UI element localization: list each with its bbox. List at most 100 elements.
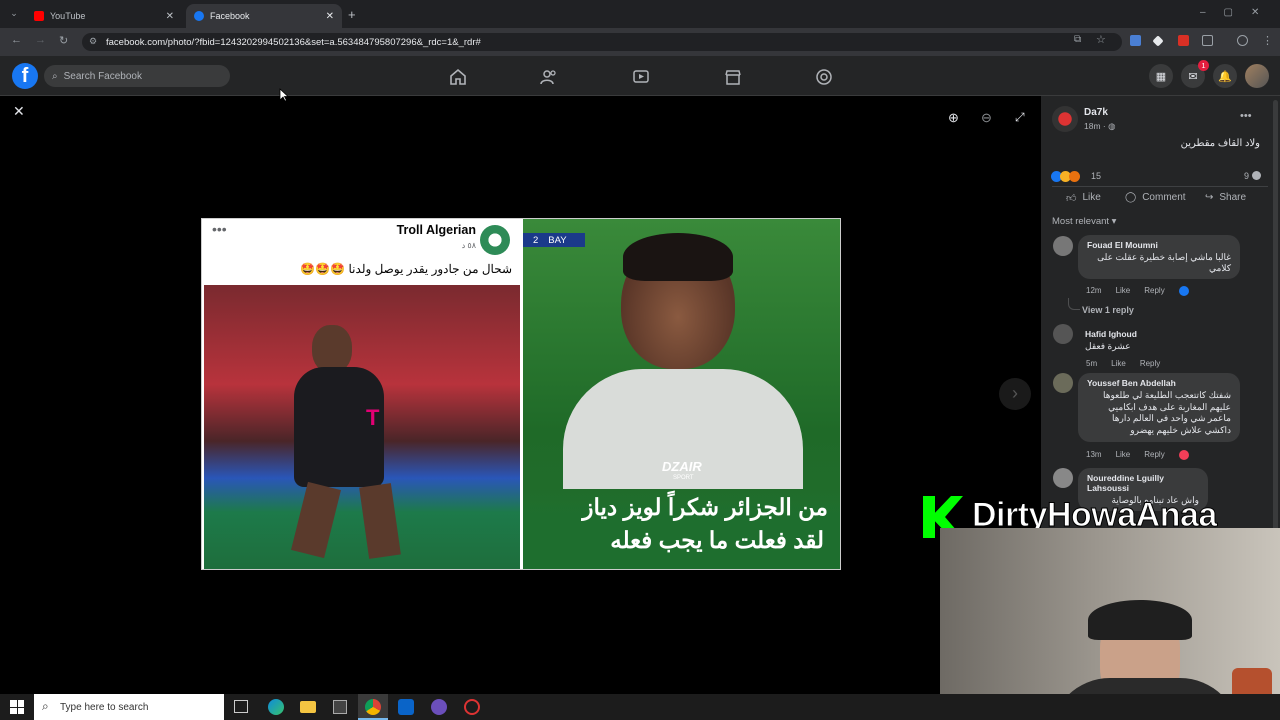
comment-reply-link[interactable]: Reply (1144, 450, 1164, 460)
zoom-out-icon[interactable]: ⊖ (981, 110, 992, 126)
store-icon[interactable] (333, 700, 347, 714)
commenter-name[interactable]: Hafid Ighoud (1085, 329, 1145, 339)
commenter-avatar[interactable] (1053, 324, 1073, 344)
zoom-in-icon[interactable]: ⊕ (948, 110, 959, 126)
windows-start-icon[interactable] (10, 700, 24, 714)
bookmark-star-icon[interactable]: ☆ (1096, 33, 1106, 46)
comment-text: شفتك كاتتعجب الطليعة لي طلعوها عليهم الم… (1103, 390, 1231, 436)
next-photo-button[interactable]: › (999, 378, 1031, 410)
home-icon[interactable] (449, 68, 467, 86)
edge-browser-icon[interactable] (268, 699, 284, 715)
extension-icon[interactable] (1178, 35, 1189, 46)
post-time-text: 18m (1084, 121, 1101, 131)
tribute-graphic: 2 BAY DZAIR SPORT من الجزائر شكراً لويز … (523, 219, 840, 569)
commenter-avatar[interactable] (1053, 236, 1073, 256)
page-name: Troll Algerian (396, 223, 476, 237)
comment-time: 12m (1086, 286, 1102, 295)
facebook-logo[interactable]: f (12, 63, 38, 89)
close-viewer-icon[interactable]: ✕ (13, 103, 25, 120)
task-view-icon[interactable] (234, 700, 248, 713)
comment-sort-dropdown[interactable]: Most relevant ▾ (1052, 216, 1116, 227)
comment-like-link[interactable]: Like (1116, 286, 1131, 296)
post-photo[interactable]: ••• Troll Algerian ٥٨ د شحال من جادور يق… (201, 218, 841, 570)
tab-search-icon[interactable]: ⌄ (6, 8, 22, 20)
gaming-icon[interactable] (815, 68, 833, 86)
commenter-avatar[interactable] (1053, 468, 1073, 488)
comment-item: Hafid Ighoud عشرة فعقل (1078, 324, 1154, 357)
like-button[interactable]: 👍︎ Like (1066, 192, 1101, 204)
reaction-icons[interactable] (1051, 171, 1080, 182)
menu-grid-icon[interactable]: ▦ (1149, 64, 1173, 88)
translate-extension-icon[interactable] (1130, 35, 1141, 46)
marketplace-icon[interactable] (724, 68, 742, 86)
profile-icon[interactable] (1237, 35, 1248, 46)
app-icon[interactable] (431, 699, 447, 715)
window-controls[interactable]: –▢✕ (1200, 7, 1277, 18)
reload-icon[interactable]: ↻ (59, 34, 68, 47)
jersey-logo: T (366, 405, 380, 430)
file-explorer-icon[interactable] (300, 701, 316, 713)
player-leg (291, 481, 341, 559)
headset (1088, 600, 1192, 640)
facebook-search-input[interactable]: ⌕ Search Facebook (44, 65, 230, 87)
comment-item: Fouad El Moumni غالبا ماشي إصابة خطيرة ع… (1078, 235, 1240, 279)
share-button[interactable]: ↪ Share (1205, 192, 1246, 203)
view-replies-link[interactable]: View 1 reply (1082, 305, 1134, 315)
scoreboard: 2 BAY (523, 233, 585, 247)
comment-icon: ◯ (1125, 192, 1137, 203)
author-name[interactable]: Da7k (1084, 107, 1108, 118)
search-icon: ⌕ (42, 699, 49, 713)
share-icon: ↪ (1205, 192, 1214, 203)
post-options-icon[interactable]: ••• (1240, 110, 1252, 122)
commenter-name[interactable]: Noureddine Lguilly Lahsoussi (1087, 473, 1199, 493)
taskbar-search-input[interactable]: ⌕ Type here to search (34, 694, 224, 720)
heart-reaction-icon (1178, 450, 1189, 460)
site-info-icon[interactable]: ⚙ (89, 36, 97, 47)
page-avatar (480, 225, 510, 255)
dzair-logo: DZAIR (662, 459, 702, 474)
notifications-bell-icon[interactable]: 🔔 (1213, 64, 1237, 88)
comment-button[interactable]: ◯ Comment (1125, 192, 1186, 203)
commenter-name[interactable]: Fouad El Moumni (1087, 240, 1231, 250)
tab-label: YouTube (50, 11, 86, 21)
address-bar[interactable]: ⚙ facebook.com/photo/?fbid=1243202994502… (82, 33, 1122, 51)
facebook-favicon-icon (194, 11, 204, 21)
extensions-puzzle-icon[interactable] (1202, 35, 1213, 46)
tab-youtube[interactable]: YouTube ✕ (26, 4, 182, 28)
tab-facebook[interactable]: Facebook ✕ (186, 4, 342, 28)
comment-reply-link[interactable]: Reply (1140, 359, 1160, 368)
close-tab-icon[interactable]: ✕ (326, 11, 334, 22)
commenter-avatar[interactable] (1053, 373, 1073, 393)
new-tab-button[interactable]: + (348, 7, 356, 22)
outlook-icon[interactable] (398, 699, 414, 715)
reaction-count[interactable]: 15 (1091, 171, 1101, 181)
embedded-post-screenshot: ••• Troll Algerian ٥٨ د شحال من جادور يق… (202, 219, 522, 569)
account-avatar[interactable] (1245, 64, 1269, 88)
comment-text: غالبا ماشي إصابة خطيرة عقلت على كلامي (1097, 252, 1231, 273)
chrome-menu-icon[interactable]: ⋮ (1262, 34, 1273, 47)
chrome-taskbar-item[interactable] (358, 694, 388, 720)
comment-time: 13m (1086, 450, 1102, 459)
youtube-favicon-icon (34, 11, 44, 21)
app-icon[interactable] (464, 699, 480, 715)
like-label: Like (1082, 192, 1101, 203)
comment-reply-link[interactable]: Reply (1144, 286, 1164, 296)
comment-like-link[interactable]: Like (1111, 359, 1126, 368)
install-app-icon[interactable]: ⧉ (1074, 34, 1081, 45)
close-tab-icon[interactable]: ✕ (166, 11, 174, 22)
post-caption: شحال من جادور يقدر يوصل ولدنا 🤩🤩🤩 (300, 262, 512, 276)
more-options-icon: ••• (212, 221, 227, 237)
headline-line-1: من الجزائر شكراً لويز دياز (582, 494, 828, 520)
commenter-name[interactable]: Youssef Ben Abdellah (1087, 378, 1231, 388)
author-avatar[interactable] (1052, 106, 1078, 132)
back-icon[interactable]: ← (11, 34, 22, 46)
watch-video-icon[interactable] (632, 68, 650, 86)
forward-icon[interactable]: → (35, 34, 46, 46)
comment-count[interactable]: 9 (1244, 171, 1262, 181)
search-placeholder: Search Facebook (63, 70, 142, 82)
notification-badge: 1 (1198, 60, 1209, 71)
comment-like-link[interactable]: Like (1116, 450, 1131, 460)
fullscreen-icon[interactable]: ⤢ (1015, 110, 1025, 125)
friends-icon[interactable] (540, 68, 558, 86)
comment-text: عشرة فعقل (1085, 341, 1131, 351)
